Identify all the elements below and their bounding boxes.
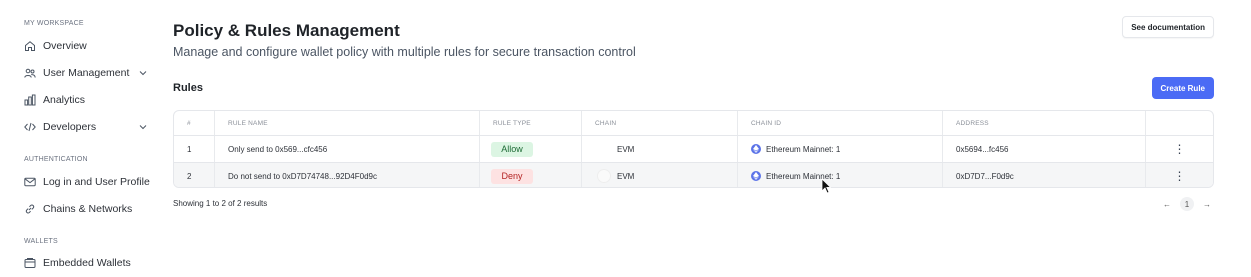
create-rule-button[interactable]: Create Rule <box>1151 77 1214 99</box>
previous-page-icon[interactable]: ← <box>1160 200 1174 209</box>
row-number: 2 <box>174 163 215 187</box>
section-label-workspace: MY WORKSPACE <box>24 20 84 27</box>
address: 0xD7D7...F0d9c <box>943 163 1146 187</box>
address: 0x5694...fc456 <box>943 136 1146 162</box>
chain-logo-icon <box>597 169 611 183</box>
sidebar: MY WORKSPACE Overview User Management An… <box>0 0 160 277</box>
more-options-icon[interactable]: ⋮ <box>1174 143 1186 155</box>
ethereum-icon <box>751 171 761 181</box>
column-header-address: ADDRESS <box>943 111 1146 135</box>
section-label-wallets: WALLETS <box>24 238 58 245</box>
pagination: ← 1 → <box>1160 197 1214 211</box>
chain-cell: EVM <box>582 136 738 162</box>
sidebar-item-embedded-wallets[interactable]: Embedded Wallets <box>24 253 152 273</box>
sidebar-item-label: User Management <box>43 67 130 79</box>
sidebar-item-analytics[interactable]: Analytics <box>24 90 152 110</box>
home-icon <box>24 40 36 52</box>
column-header-rule-type: RULE TYPE <box>480 111 582 135</box>
chain-id: Ethereum Mainnet: 1 <box>766 144 841 154</box>
chevron-down-icon[interactable] <box>138 68 148 78</box>
chain-cell: EVM <box>582 163 738 187</box>
page-number-button[interactable]: 1 <box>1180 197 1194 211</box>
column-header-actions <box>1146 111 1213 135</box>
sidebar-item-user-management[interactable]: User Management <box>24 63 152 83</box>
users-icon <box>24 67 36 79</box>
sidebar-item-label: Developers <box>43 121 97 133</box>
sidebar-item-developers[interactable]: Developers <box>24 117 152 137</box>
wallet-icon <box>24 257 36 269</box>
code-icon <box>24 121 36 133</box>
chain-id-cell: Ethereum Mainnet: 1 <box>738 163 943 187</box>
table-row[interactable]: 2 Do not send to 0xD7D74748...92D4F0d9c … <box>174 162 1213 187</box>
sidebar-item-overview[interactable]: Overview <box>24 36 152 56</box>
pagination-summary: Showing 1 to 2 of 2 results <box>173 199 268 208</box>
sidebar-item-label: Chains & Networks <box>43 203 133 215</box>
rule-type-cell: Allow <box>480 136 582 162</box>
row-actions-cell: ⋮ <box>1146 136 1213 162</box>
next-page-icon[interactable]: → <box>1200 200 1214 209</box>
rules-table: # RULE NAME RULE TYPE CHAIN CHAIN ID ADD… <box>173 110 1214 188</box>
analytics-icon <box>24 94 36 106</box>
row-number: 1 <box>174 136 215 162</box>
sidebar-item-label: Analytics <box>43 94 86 106</box>
sidebar-item-chains-networks[interactable]: Chains & Networks <box>24 199 152 219</box>
row-actions-cell: ⋮ <box>1146 163 1213 187</box>
section-label-authentication: AUTHENTICATION <box>24 156 88 163</box>
chain-logo-icon <box>597 142 611 156</box>
column-header-number: # <box>174 111 215 135</box>
rule-type-badge-allow: Allow <box>491 141 533 157</box>
more-options-icon[interactable]: ⋮ <box>1174 170 1186 182</box>
page-title: Policy & Rules Management <box>173 21 400 40</box>
sidebar-item-login-profile[interactable]: Log in and User Profile <box>24 172 152 192</box>
table-row[interactable]: 1 Only send to 0x569...cfc456 Allow EVM … <box>174 135 1213 162</box>
rule-name: Only send to 0x569...cfc456 <box>215 136 480 162</box>
ethereum-icon <box>751 144 761 154</box>
rule-type-badge-deny: Deny <box>491 168 533 184</box>
table-header-row: # RULE NAME RULE TYPE CHAIN CHAIN ID ADD… <box>174 111 1213 135</box>
see-documentation-button[interactable]: See documentation <box>1122 16 1214 38</box>
column-header-chain: CHAIN <box>582 111 738 135</box>
column-header-rule-name: RULE NAME <box>215 111 480 135</box>
sidebar-item-label: Overview <box>43 40 87 52</box>
rule-type-cell: Deny <box>480 163 582 187</box>
main-content: Policy & Rules Management Manage and con… <box>173 0 1218 277</box>
chain-id-cell: Ethereum Mainnet: 1 <box>738 136 943 162</box>
rule-name: Do not send to 0xD7D74748...92D4F0d9c <box>215 163 480 187</box>
page-subtitle: Manage and configure wallet policy with … <box>173 45 636 59</box>
sidebar-item-label: Embedded Wallets <box>43 257 131 269</box>
rules-heading: Rules <box>173 82 203 94</box>
chevron-down-icon[interactable] <box>138 122 148 132</box>
sidebar-item-label: Log in and User Profile <box>43 176 150 188</box>
mouse-cursor-icon <box>821 178 831 194</box>
link-icon <box>24 203 36 215</box>
mail-icon <box>24 176 36 188</box>
chain-name: EVM <box>617 171 635 181</box>
column-header-chain-id: CHAIN ID <box>738 111 943 135</box>
chain-name: EVM <box>617 144 635 154</box>
